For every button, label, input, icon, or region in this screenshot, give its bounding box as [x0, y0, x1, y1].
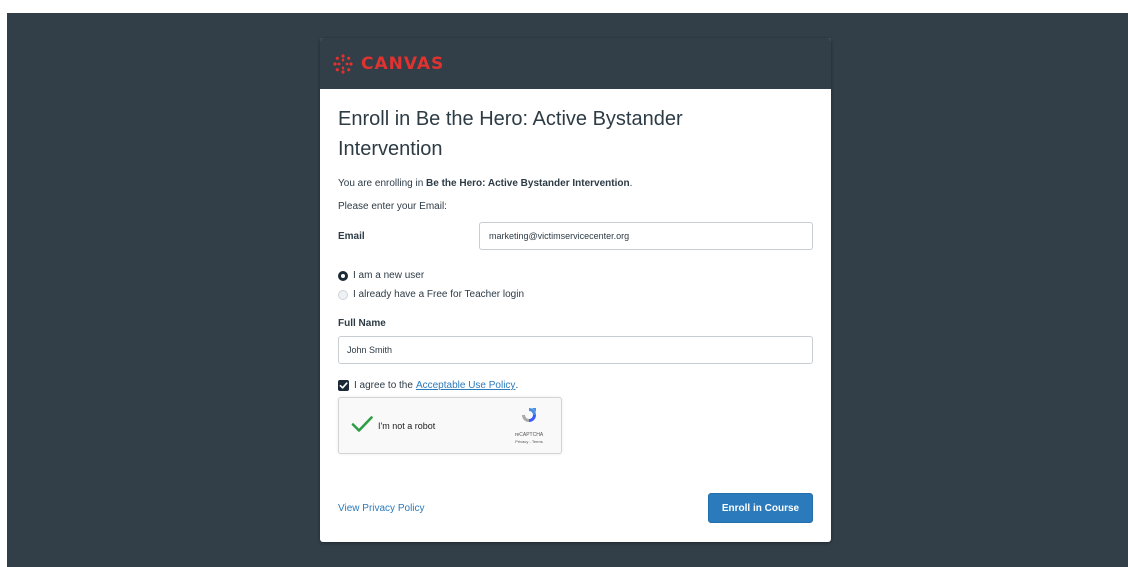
agree-row: I agree to the Acceptable Use Policy. [338, 380, 813, 391]
enroll-intro: You are enrolling in Be the Hero: Active… [338, 178, 813, 189]
radio-existing-user-label: I already have a Free for Teacher login [353, 289, 525, 300]
radio-existing-user[interactable] [338, 289, 348, 300]
canvas-logo: CANVAS [333, 54, 444, 74]
view-privacy-policy-link[interactable]: View Privacy Policy [338, 503, 425, 514]
full-name-field[interactable] [338, 336, 813, 364]
user-type-radio-group: I am a new user I already have a Free fo… [338, 266, 813, 304]
card-header: CANVAS [320, 38, 831, 89]
card-footer: View Privacy Policy Enroll in Course [338, 493, 813, 523]
enroll-in-course-button[interactable]: Enroll in Course [708, 493, 813, 523]
email-prompt: Please enter your Email: [338, 201, 447, 212]
full-name-label: Full Name [338, 318, 386, 329]
agree-checkbox[interactable] [338, 380, 349, 391]
intro-course-name: Be the Hero: Active Bystander Interventi… [426, 178, 630, 189]
acceptable-use-policy-link[interactable]: Acceptable Use Policy [416, 380, 516, 391]
radio-existing-user-row[interactable]: I already have a Free for Teacher login [338, 285, 813, 304]
checkbox-check-icon [339, 382, 348, 389]
recaptcha-logo: reCAPTCHA Privacy - Terms [507, 406, 551, 444]
recaptcha-brand: reCAPTCHA [514, 432, 544, 438]
radio-new-user[interactable] [338, 270, 348, 281]
intro-prefix: You are enrolling in [338, 178, 427, 189]
recaptcha-terms[interactable]: Privacy - Terms [507, 439, 551, 444]
page-title: Enroll in Be the Hero: Active Bystander … [338, 108, 683, 160]
enroll-card: CANVAS Enroll in Be the Hero: Active Bys… [320, 38, 831, 542]
radio-new-user-label: I am a new user [353, 270, 425, 281]
email-row: Email [338, 222, 813, 250]
agree-suffix: . [515, 380, 519, 391]
brand-name: CANVAS [361, 53, 445, 74]
recaptcha-icon [522, 408, 536, 422]
agree-prefix: I agree to the [354, 380, 413, 391]
checkmark-icon[interactable] [351, 415, 373, 438]
canvas-logo-icon [333, 53, 353, 74]
recaptcha-label: I'm not a robot [378, 421, 436, 431]
email-field[interactable] [479, 222, 813, 250]
card-body: Enroll in Be the Hero: Active Bystander … [320, 89, 831, 454]
radio-new-user-row[interactable]: I am a new user [338, 266, 813, 285]
recaptcha-widget: I'm not a robot reCAPTCHA Privacy - Term… [338, 397, 562, 454]
email-label: Email [338, 230, 365, 242]
intro-suffix: . [629, 178, 633, 189]
